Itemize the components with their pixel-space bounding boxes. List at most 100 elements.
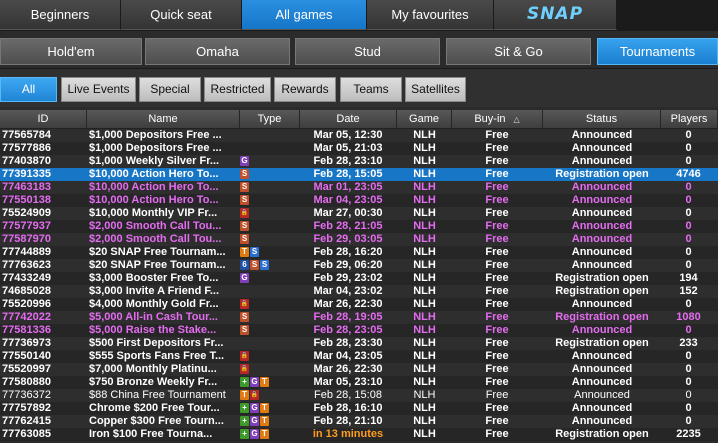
tab-my-favourites[interactable]: My favourites — [367, 0, 494, 30]
col-header-type[interactable]: Type — [240, 110, 300, 128]
table-row[interactable]: 77403870 $1,000 Weekly Silver Fr... G Feb 2… — [0, 155, 718, 168]
table-row[interactable]: 77550138 $10,000 Action Hero To... S Mar 04… — [0, 194, 718, 207]
cell-players: 0 — [685, 207, 692, 219]
cell-name: $3,000 Booster Free To... — [89, 272, 219, 284]
table-row[interactable]: 77736372 $88 China Free Tournament T 🔒 Feb 2… — [0, 389, 718, 402]
col-header-status[interactable]: Status — [543, 110, 661, 128]
cell-game: NLH — [413, 298, 436, 310]
cell-game: NLH — [413, 363, 436, 375]
filter-all[interactable]: All — [0, 77, 57, 102]
table-row[interactable]: 75520996 $4,000 Monthly Gold Fr... 🔒 Mar 26… — [0, 298, 718, 311]
cell-status: Announced — [571, 350, 633, 362]
cell-name: $555 Sports Fans Free T... — [89, 350, 225, 362]
cell-type — [240, 285, 300, 298]
cell-id: 77550138 — [2, 194, 51, 206]
col-header-players[interactable]: Players — [661, 110, 718, 128]
cell-status: Announced — [571, 233, 633, 245]
table-row[interactable]: 77580880 $750 Bronze Weekly Fr... + G T Mar 0… — [0, 376, 718, 389]
tab-beginners[interactable]: Beginners — [0, 0, 121, 30]
filter-teams[interactable]: Teams — [340, 77, 402, 102]
col-header-buy-in-label: Buy-in — [474, 113, 506, 125]
cell-name: $1,000 Weekly Silver Fr... — [89, 155, 220, 167]
tab-snap[interactable]: SNAP — [494, 0, 617, 30]
table-row[interactable]: 77736973 $500 First Depositors Fr... Feb 2… — [0, 337, 718, 350]
cell-game: NLH — [413, 285, 436, 297]
table-row[interactable]: 77565784 $1,000 Depositors Free ... Mar 05… — [0, 129, 718, 142]
cell-game: NLH — [413, 350, 436, 362]
tab-quick-seat[interactable]: Quick seat — [121, 0, 242, 30]
cell-players: 0 — [685, 363, 692, 375]
cell-id: 77565784 — [2, 129, 51, 141]
filter-satellites[interactable]: Satellites — [405, 77, 466, 102]
tab-stud[interactable]: Stud — [295, 38, 440, 65]
table-row[interactable]: 77463183 $10,000 Action Hero To... S Mar 01… — [0, 181, 718, 194]
col-header-id[interactable]: ID — [0, 110, 87, 128]
table-row[interactable]: 77744889 $20 SNAP Free Tournam... T S Feb 28… — [0, 246, 718, 259]
table-row[interactable]: 77763623 $20 SNAP Free Tournam... 6 S S Feb 2… — [0, 259, 718, 272]
table-row[interactable]: 77433249 $3,000 Booster Free To... G Feb 29… — [0, 272, 718, 285]
filter-live-events[interactable]: Live Events — [61, 77, 136, 102]
gold-badge-icon: G — [250, 416, 259, 426]
cell-date: Feb 29, 23:02 — [313, 272, 383, 284]
gold-badge-icon: G — [250, 403, 259, 413]
table-row[interactable]: 75524909 $10,000 Monthly VIP Fr... 🔒 Mar 27… — [0, 207, 718, 220]
tab-sit-and-go[interactable]: Sit & Go — [446, 38, 591, 65]
tab-all-games[interactable]: All games — [242, 0, 367, 30]
filter-rewards[interactable]: Rewards — [274, 77, 336, 102]
table-row[interactable]: 77763085 Iron $100 Free Tourna... + G Tin 13… — [0, 428, 718, 441]
table-row[interactable]: 77577937 $2,000 Smooth Call Tou... S Feb 28… — [0, 220, 718, 233]
cell-type: S — [240, 324, 300, 337]
special-badge-icon: S — [240, 169, 249, 179]
filter-special[interactable]: Special — [139, 77, 201, 102]
cell-buy-in: Free — [485, 246, 509, 258]
tab-tournaments[interactable]: Tournaments — [597, 38, 718, 65]
cell-date: Feb 28, 21:10 — [313, 415, 383, 427]
plus-badge-icon: + — [240, 403, 249, 413]
cell-id: 75520997 — [2, 363, 51, 375]
col-header-name[interactable]: Name — [87, 110, 240, 128]
table-row[interactable]: 77742022 $5,000 All-in Cash Tour... S Feb 2… — [0, 311, 718, 324]
cell-game: NLH — [413, 259, 436, 271]
cell-status: Announced — [571, 181, 633, 193]
cell-game: NLH — [413, 415, 436, 427]
cell-status: Registration open — [555, 285, 649, 297]
table-row[interactable]: 77762415 Copper $300 Free Tourn... + G T Feb … — [0, 415, 718, 428]
col-header-buy-in[interactable]: Buy-in △ — [452, 110, 543, 128]
special-badge-icon: S — [250, 260, 259, 270]
cell-id: 77581336 — [2, 324, 51, 336]
lock-icon: 🔒 — [240, 364, 249, 374]
cell-id: 77463183 — [2, 181, 51, 193]
cell-players: 0 — [685, 142, 692, 154]
cell-status: Announced — [571, 402, 633, 414]
filter-restricted[interactable]: Restricted — [204, 77, 271, 102]
cell-id: 77391335 — [2, 168, 51, 180]
col-header-date[interactable]: Date — [300, 110, 397, 128]
col-header-game[interactable]: Game — [397, 110, 452, 128]
table-row[interactable]: 77757892 Chrome $200 Free Tour... + G T Feb 2… — [0, 402, 718, 415]
tab-holdem[interactable]: Hold'em — [0, 38, 142, 65]
cell-date: Mar 04, 23:02 — [313, 285, 383, 297]
cell-name: $750 Bronze Weekly Fr... — [89, 376, 218, 388]
table-row[interactable]: 77391335 $10,000 Action Hero To... S Feb 28… — [0, 168, 718, 181]
table-row[interactable]: 77577886 $1,000 Depositors Free ... Mar 05… — [0, 142, 718, 155]
cell-date: Mar 26, 22:30 — [313, 298, 383, 310]
table-row[interactable]: 77581336 $5,000 Raise the Stake... S Feb 28… — [0, 324, 718, 337]
cell-buy-in: Free — [485, 428, 509, 440]
cell-status: Registration open — [555, 272, 649, 284]
cell-game: NLH — [413, 324, 436, 336]
table-row[interactable]: 75520997 $7,000 Monthly Platinu... 🔒 Mar 26… — [0, 363, 718, 376]
table-row[interactable]: 77550140 $555 Sports Fans Free T... 🔒 Mar 0… — [0, 350, 718, 363]
cell-type: S — [240, 194, 300, 207]
cell-buy-in: Free — [485, 129, 509, 141]
cell-name: $10,000 Monthly VIP Fr... — [89, 207, 218, 219]
table-row[interactable]: 74685028 $3,000 Invite A Friend F... Mar 0… — [0, 285, 718, 298]
cell-date: in 13 minutes — [312, 428, 384, 440]
table-row[interactable]: 77587970 $2,000 Smooth Call Tou... S Feb 29… — [0, 233, 718, 246]
cell-type: TS — [240, 246, 300, 259]
special-badge-icon: S — [240, 182, 249, 192]
tab-omaha[interactable]: Omaha — [145, 38, 290, 65]
cell-name: $20 SNAP Free Tournam... — [89, 259, 226, 271]
cell-id: 77577886 — [2, 142, 51, 154]
cell-type — [240, 337, 300, 350]
cell-buy-in: Free — [485, 155, 509, 167]
